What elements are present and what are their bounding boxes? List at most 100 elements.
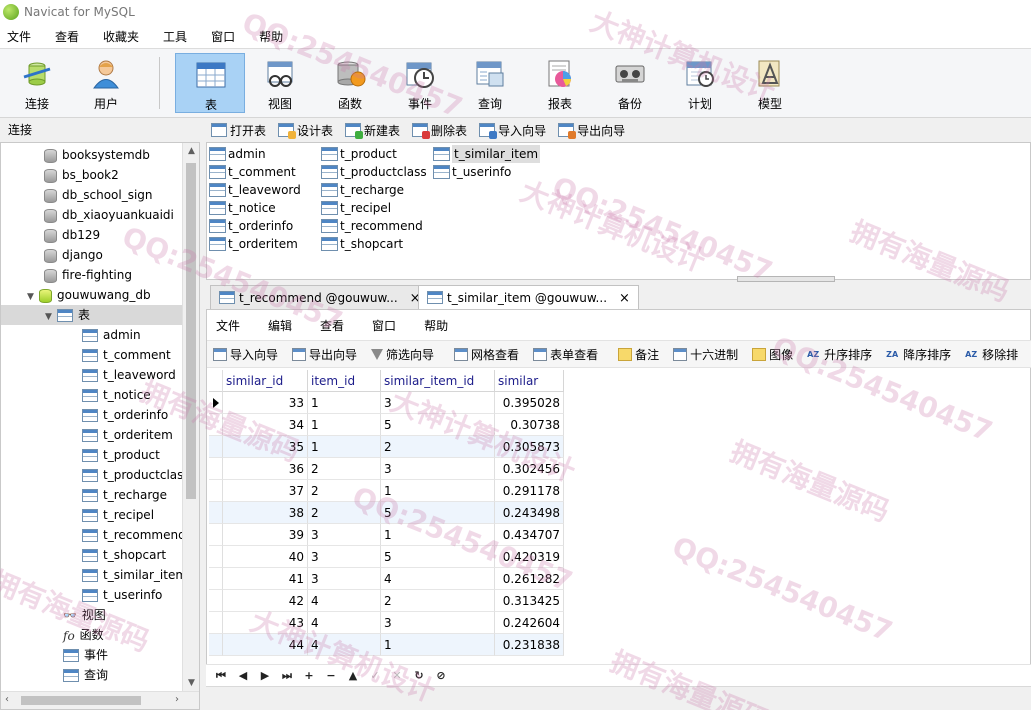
- cell-similar[interactable]: 0.434707: [495, 524, 564, 546]
- row-indicator[interactable]: [209, 568, 223, 590]
- cell-similar-id[interactable]: 34: [223, 414, 308, 436]
- import-wizard-button[interactable]: 导入向导: [474, 122, 546, 139]
- tree-group-functions[interactable]: fo 函数: [63, 625, 104, 645]
- column-header-item-id[interactable]: item_id: [308, 370, 381, 392]
- toolbar-model-button[interactable]: 模型: [735, 53, 805, 113]
- table-row[interactable]: 39 3 1 0.434707: [209, 524, 564, 546]
- menu-tools[interactable]: 工具: [156, 28, 197, 45]
- cell-similar-item-id[interactable]: 2: [381, 590, 495, 612]
- tree-db-db-xiaoyuankuaidi[interactable]: db_xiaoyuankuaidi: [44, 205, 174, 225]
- cell-item-id[interactable]: 4: [308, 634, 381, 656]
- menu-favorites[interactable]: 收藏夹: [96, 28, 149, 45]
- open-table-button[interactable]: 打开表: [206, 122, 266, 139]
- tree-table-t-comment[interactable]: t_comment: [82, 345, 171, 365]
- tree-db-django[interactable]: django: [44, 245, 103, 265]
- column-header-similar-id[interactable]: similar_id: [223, 370, 308, 392]
- cell-similar-item-id[interactable]: 3: [381, 612, 495, 634]
- cell-similar[interactable]: 0.313425: [495, 590, 564, 612]
- tree-db-db129[interactable]: db129: [44, 225, 100, 245]
- toolbar-report-button[interactable]: 报表: [525, 53, 595, 113]
- sort-ascending-button[interactable]: AZ 升序排序: [801, 346, 872, 363]
- memo-button[interactable]: 备注: [606, 346, 659, 363]
- tree-table-t-userinfo[interactable]: t_userinfo: [82, 585, 162, 605]
- form-view-button[interactable]: 表单查看: [527, 346, 598, 363]
- discard-changes-icon[interactable]: ✕: [386, 669, 408, 682]
- scroll-thumb[interactable]: [186, 163, 196, 499]
- first-record-icon[interactable]: ⏮: [210, 669, 232, 683]
- design-table-button[interactable]: 设计表: [273, 122, 333, 139]
- cell-similar-item-id[interactable]: 5: [381, 546, 495, 568]
- cell-item-id[interactable]: 3: [308, 546, 381, 568]
- cell-similar-id[interactable]: 40: [223, 546, 308, 568]
- table-row[interactable]: 33 1 3 0.395028: [209, 392, 564, 414]
- scroll-up-icon[interactable]: ▲: [186, 146, 197, 156]
- tree-table-t-product[interactable]: t_product: [82, 445, 160, 465]
- cell-similar[interactable]: 0.243498: [495, 502, 564, 524]
- tree-group-views[interactable]: 👓 视图: [63, 605, 106, 625]
- table-list-item[interactable]: t_shopcart: [321, 235, 403, 253]
- row-indicator[interactable]: [209, 590, 223, 612]
- menu-view[interactable]: 查看: [48, 28, 89, 45]
- cell-similar-item-id[interactable]: 3: [381, 458, 495, 480]
- tree-table-t-orderinfo[interactable]: t_orderinfo: [82, 405, 168, 425]
- grid-export-wizard-button[interactable]: 导出向导: [286, 346, 357, 363]
- table-row[interactable]: 44 4 1 0.231838: [209, 634, 564, 656]
- toolbar-event-button[interactable]: 事件: [385, 53, 455, 113]
- scroll-thumb[interactable]: [21, 696, 141, 705]
- cell-similar[interactable]: 0.302456: [495, 458, 564, 480]
- edit-record-icon[interactable]: ▲: [342, 669, 364, 682]
- cell-similar-id[interactable]: 39: [223, 524, 308, 546]
- tree-table-t-recharge[interactable]: t_recharge: [82, 485, 167, 505]
- toolbar-schedule-button[interactable]: 计划: [665, 53, 735, 113]
- cell-similar-item-id[interactable]: 3: [381, 392, 495, 414]
- tree-table-t-productclass[interactable]: t_productclass: [82, 465, 182, 485]
- tree-table-t-leaveword[interactable]: t_leaveword: [82, 365, 176, 385]
- expand-caret-icon[interactable]: ▼: [45, 307, 57, 327]
- cell-similar-id[interactable]: 37: [223, 480, 308, 502]
- table-list-item-selected[interactable]: t_similar_item: [433, 145, 541, 163]
- tree-db-db-school-sign[interactable]: db_school_sign: [44, 185, 153, 205]
- grid-menu-window[interactable]: 窗口: [363, 317, 405, 334]
- toolbar-query-button[interactable]: 查询: [455, 53, 525, 113]
- cell-similar-id[interactable]: 35: [223, 436, 308, 458]
- cell-similar[interactable]: 0.291178: [495, 480, 564, 502]
- scroll-left-icon[interactable]: ‹: [5, 694, 9, 705]
- table-list-item[interactable]: t_leaveword: [209, 181, 301, 199]
- table-list-item[interactable]: admin: [209, 145, 266, 163]
- scroll-down-icon[interactable]: ▼: [186, 678, 197, 688]
- cell-similar-id[interactable]: 43: [223, 612, 308, 634]
- delete-table-button[interactable]: 删除表: [407, 122, 467, 139]
- cell-item-id[interactable]: 1: [308, 436, 381, 458]
- row-indicator[interactable]: [209, 546, 223, 568]
- row-indicator[interactable]: [209, 524, 223, 546]
- apply-changes-icon[interactable]: ✓: [364, 669, 386, 682]
- cell-similar-item-id[interactable]: 2: [381, 436, 495, 458]
- tab-t-similar-item[interactable]: t_similar_item @gouwuw... ×: [418, 285, 639, 309]
- cell-item-id[interactable]: 1: [308, 392, 381, 414]
- add-record-icon[interactable]: +: [298, 669, 320, 682]
- toolbar-view-button[interactable]: 视图: [245, 53, 315, 113]
- row-indicator[interactable]: [209, 436, 223, 458]
- tree-group-tables[interactable]: ▼ 表: [1, 305, 182, 325]
- grid-menu-edit[interactable]: 编辑: [259, 317, 301, 334]
- row-indicator[interactable]: [209, 502, 223, 524]
- cell-item-id[interactable]: 2: [308, 458, 381, 480]
- cell-similar-item-id[interactable]: 1: [381, 524, 495, 546]
- toolbar-table-button[interactable]: 表: [175, 53, 245, 113]
- cell-similar-id[interactable]: 33: [223, 392, 308, 414]
- cell-similar-id[interactable]: 41: [223, 568, 308, 590]
- cell-item-id[interactable]: 3: [308, 568, 381, 590]
- table-list-item[interactable]: t_comment: [209, 163, 296, 181]
- table-list-item[interactable]: t_recharge: [321, 181, 404, 199]
- cell-similar[interactable]: 0.242604: [495, 612, 564, 634]
- delete-record-icon[interactable]: −: [320, 669, 342, 682]
- row-indicator[interactable]: [209, 458, 223, 480]
- expand-caret-icon[interactable]: ▼: [27, 287, 39, 307]
- cell-item-id[interactable]: 3: [308, 524, 381, 546]
- refresh-icon[interactable]: ↻: [408, 669, 430, 682]
- row-indicator[interactable]: [209, 634, 223, 656]
- toolbar-function-button[interactable]: 函数: [315, 53, 385, 113]
- cell-similar-item-id[interactable]: 1: [381, 634, 495, 656]
- row-indicator[interactable]: [209, 480, 223, 502]
- cell-similar-item-id[interactable]: 5: [381, 414, 495, 436]
